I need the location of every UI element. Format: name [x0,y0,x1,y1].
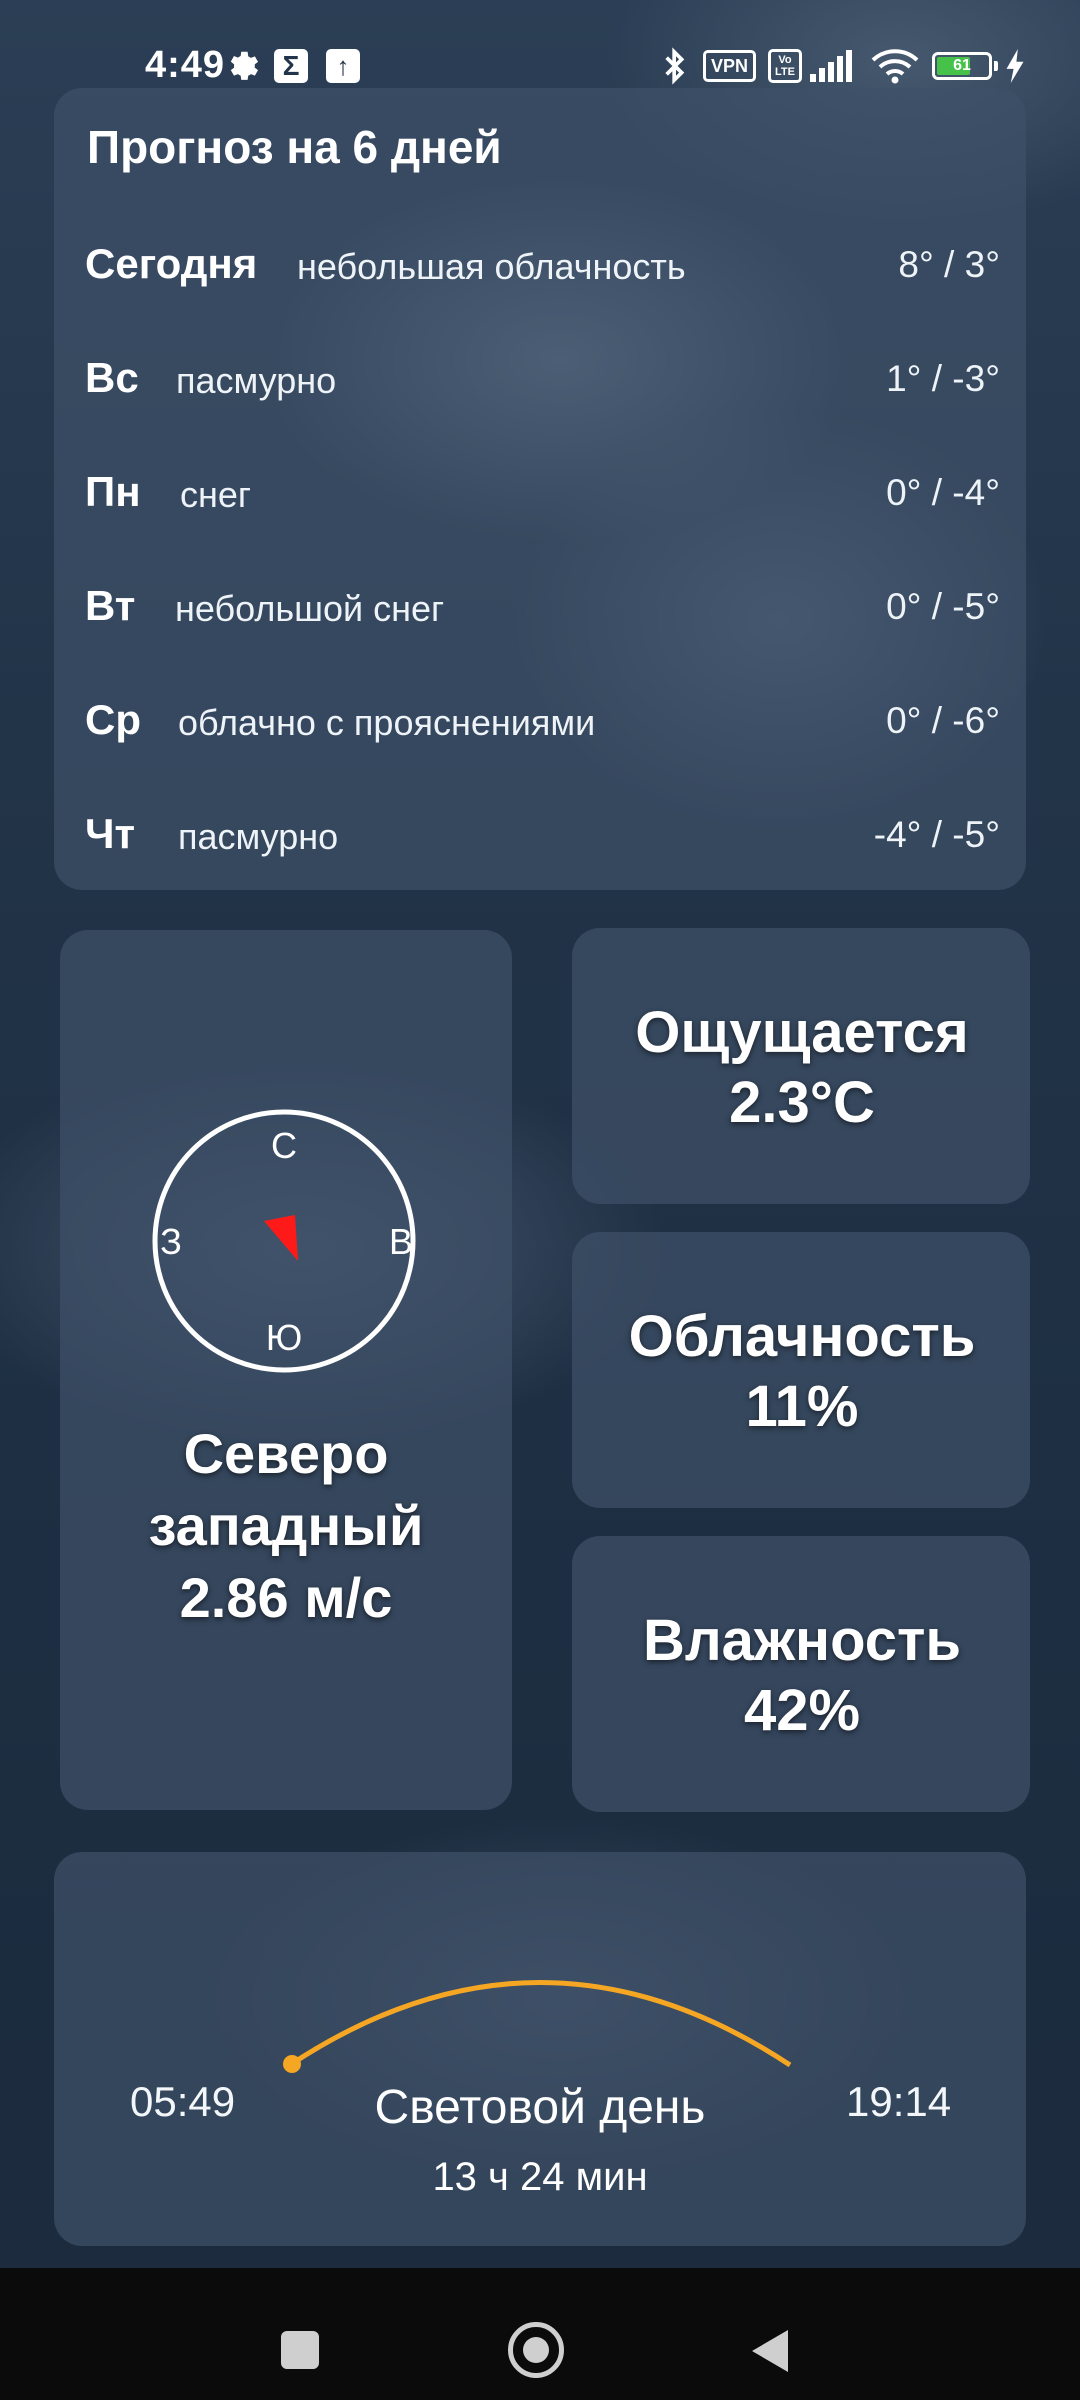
sunset-time: 19:14 [846,2078,952,2125]
forecast-row: Пн снег 0° / -4° [85,468,1000,528]
forecast-temperature: 8° / 3° [898,244,1000,285]
bluetooth-icon [660,46,690,86]
wind-speed: 2.86 м/с [179,1566,393,1629]
forecast-temperature: 0° / -4° [886,472,1000,513]
battery-icon: 61 [932,46,998,86]
forecast-day: Сегодня [85,240,258,287]
daylight-duration: 13 ч 24 мин [432,2155,648,2199]
forecast-row: Чт пасмурно -4° / -5° [85,810,1000,870]
forecast-temperature: -4° / -5° [873,814,1000,855]
feels-like-info: Ощущается 2.3°C [572,998,1032,1138]
compass-south-label: Ю [266,1317,302,1358]
cloudiness-info: Облачность 11% [572,1302,1032,1442]
forecast-day: Ср [85,696,141,743]
forecast-temperature: 0° / -6° [886,700,1000,741]
forecast-row: Вс пасмурно 1° / -3° [85,354,1000,414]
wind-info: Северо западный 2.86 м/с [60,1418,512,1634]
vpn-icon: VPN [703,46,757,86]
forecast-row: Ср облачно с прояснениями 0° / -6° [85,696,1000,756]
humidity-label: Влажность [642,1608,962,1673]
forecast-row: Вт небольшой снег 0° / -5° [85,582,1000,642]
forecast-description: пасмурно [178,816,339,857]
home-icon[interactable] [508,2322,564,2378]
cloudiness-label: Облачность [628,1304,976,1369]
forecast-day: Пн [85,468,141,515]
feels-like-label: Ощущается [635,1000,969,1065]
sunrise-time: 05:49 [130,2078,236,2125]
back-icon[interactable] [750,2328,790,2374]
sun-path-arc [283,1980,792,2073]
forecast-description: снег [180,474,252,515]
signal-strength-icon [810,46,858,86]
cloudiness-value: 11% [745,1374,859,1439]
wind-direction-line1: Северо [183,1422,389,1485]
forecast-row: Сегодня небольшая облачность 8° / 3° [85,240,1000,300]
feels-like-value: 2.3°C [729,1070,875,1135]
forecast-temperature: 1° / -3° [886,358,1000,399]
forecast-day: Чт [85,810,136,857]
status-time: 4:49 [145,44,226,86]
forecast-day: Вс [85,354,139,401]
sun-position-icon [283,2055,301,2073]
sigma-app-icon: Σ [274,46,308,86]
compass-west-label: З [160,1221,182,1262]
forecast-temperature: 0° / -5° [886,586,1000,627]
wind-direction-arrow-icon [264,1215,298,1261]
wind-compass: С Ю В З [151,1108,417,1374]
upload-icon: ↑ [326,46,360,86]
forecast-description: облачно с прояснениями [178,702,596,743]
forecast-title: Прогноз на 6 дней [87,121,502,173]
settings-gear-icon [224,46,262,86]
wind-direction-line2: западный [148,1494,424,1557]
navigation-bar [0,2268,1080,2400]
charging-bolt-icon [1004,46,1026,86]
humidity-info: Влажность 42% [572,1606,1032,1746]
forecast-description: пасмурно [176,360,337,401]
recents-icon[interactable] [281,2331,319,2369]
volte-icon: Vo LTE [768,46,802,86]
compass-north-label: С [271,1125,297,1166]
forecast-description: небольшой снег [175,588,445,629]
humidity-value: 42% [743,1678,861,1743]
daylight-label: Световой день [374,2081,706,2134]
compass-east-label: В [389,1221,413,1262]
forecast-day: Вт [85,582,136,629]
wifi-icon [870,46,920,86]
forecast-description: небольшая облачность [297,246,686,287]
